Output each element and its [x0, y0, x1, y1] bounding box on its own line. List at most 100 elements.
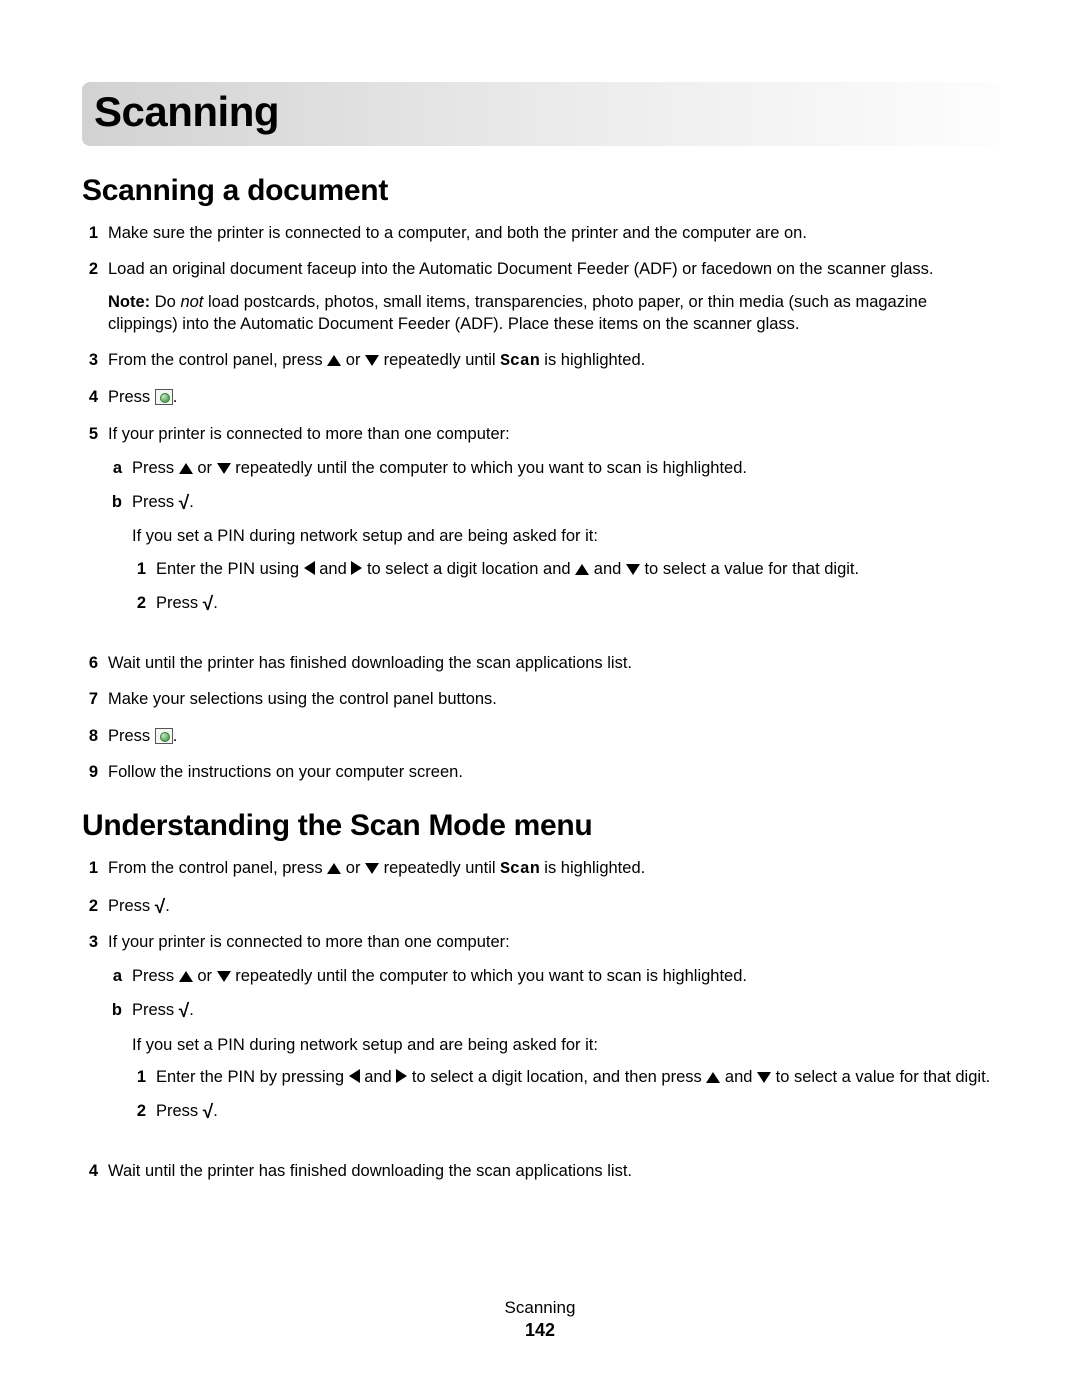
text: Press: [132, 967, 179, 985]
item-text: Wait until the printer has finished down…: [108, 652, 1000, 674]
item-content: Load an original document faceup into th…: [108, 258, 1000, 335]
item-content: Press √. If you set a PIN during network…: [132, 491, 1000, 626]
item-number: 2: [82, 258, 108, 280]
list-item: a Press or repeatedly until the computer…: [108, 965, 1000, 987]
text: and: [315, 560, 352, 578]
text: or: [341, 351, 365, 369]
item-text: Make sure the printer is connected to a …: [108, 222, 1000, 244]
period: .: [173, 388, 178, 406]
text: or: [193, 459, 217, 477]
up-arrow-icon: [327, 863, 341, 874]
list-item: 8 Press .: [82, 725, 1000, 747]
item-number: 1: [132, 1066, 156, 1088]
item-number: 5: [82, 423, 108, 445]
down-arrow-icon: [365, 863, 379, 874]
item-content: Press .: [108, 725, 1000, 747]
item-number: 9: [82, 761, 108, 783]
text: Press: [108, 727, 155, 745]
up-arrow-icon: [179, 463, 193, 474]
list-item: 6 Wait until the printer has finished do…: [82, 652, 1000, 674]
text: to select a digit location, and then pre…: [407, 1068, 706, 1086]
section-heading-1: Scanning a document: [82, 174, 1000, 208]
list-item: 4 Wait until the printer has finished do…: [82, 1160, 1000, 1182]
pin-intro: If you set a PIN during network setup an…: [132, 525, 1000, 547]
down-arrow-icon: [757, 1072, 771, 1083]
up-arrow-icon: [706, 1072, 720, 1083]
item-letter: b: [108, 491, 132, 513]
page-number: 142: [0, 1320, 1080, 1341]
text: Press: [132, 1001, 179, 1019]
list-item: 2 Press √.: [132, 592, 1000, 614]
page-footer: Scanning 142: [0, 1298, 1080, 1341]
item-letter: a: [108, 965, 132, 987]
chapter-banner: Scanning: [82, 82, 1000, 146]
item-content: Enter the PIN by pressing and to select …: [156, 1066, 1000, 1088]
item-number: 8: [82, 725, 108, 747]
period: .: [173, 727, 178, 745]
section1-list: 1 Make sure the printer is connected to …: [82, 222, 1000, 783]
note-label: Note:: [108, 293, 150, 311]
text: or: [193, 967, 217, 985]
text: From the control panel, press: [108, 351, 327, 369]
chapter-title: Scanning: [94, 88, 988, 136]
text: From the control panel, press: [108, 859, 327, 877]
check-icon: √: [155, 900, 165, 915]
text: repeatedly until: [379, 859, 500, 877]
list-item: 3 If your printer is connected to more t…: [82, 931, 1000, 1147]
item-content: Press .: [108, 386, 1000, 408]
item-text: If your printer is connected to more tha…: [108, 425, 510, 443]
scan-label: Scan: [500, 859, 540, 878]
scan-label: Scan: [500, 351, 540, 370]
text: repeatedly until the computer to which y…: [231, 459, 747, 477]
text: Enter the PIN by pressing: [156, 1068, 349, 1086]
text: Enter the PIN using: [156, 560, 304, 578]
page-body: Scanning Scanning a document 1 Make sure…: [0, 0, 1080, 1183]
inner-list: 1 Enter the PIN using and to select a di…: [132, 558, 1000, 615]
period: .: [213, 594, 218, 612]
text: to select a value for that digit.: [771, 1068, 990, 1086]
note-prefix: Do: [150, 293, 180, 311]
item-content: If your printer is connected to more tha…: [108, 931, 1000, 1147]
pin-intro: If you set a PIN during network setup an…: [132, 1034, 1000, 1056]
item-content: From the control panel, press or repeate…: [108, 857, 1000, 880]
down-arrow-icon: [217, 971, 231, 982]
text: to select a value for that digit.: [640, 560, 859, 578]
item-text: Follow the instructions on your computer…: [108, 761, 1000, 783]
text: Press: [132, 459, 179, 477]
inner-list: 1 Enter the PIN by pressing and to selec…: [132, 1066, 1000, 1123]
item-content: Enter the PIN using and to select a digi…: [156, 558, 1000, 580]
list-item: 1 Make sure the printer is connected to …: [82, 222, 1000, 244]
item-number: 1: [132, 558, 156, 580]
text: repeatedly until: [379, 351, 500, 369]
item-content: Press or repeatedly until the computer t…: [132, 457, 1000, 479]
period: .: [213, 1102, 218, 1120]
down-arrow-icon: [217, 463, 231, 474]
item-letter: a: [108, 457, 132, 479]
item-text: Load an original document faceup into th…: [108, 260, 933, 278]
note-block: Note: Do not load postcards, photos, sma…: [108, 291, 1000, 336]
item-text: Wait until the printer has finished down…: [108, 1160, 1000, 1182]
down-arrow-icon: [626, 564, 640, 575]
item-text: Make your selections using the control p…: [108, 688, 1000, 710]
text: or: [341, 859, 365, 877]
list-item: 1 From the control panel, press or repea…: [82, 857, 1000, 880]
item-number: 2: [132, 1100, 156, 1122]
note-em: not: [180, 293, 203, 311]
item-content: Press √.: [156, 592, 1000, 614]
list-item: 1 Enter the PIN by pressing and to selec…: [132, 1066, 1000, 1088]
list-item: 9 Follow the instructions on your comput…: [82, 761, 1000, 783]
text: and: [360, 1068, 397, 1086]
period: .: [189, 493, 194, 511]
item-number: 1: [82, 857, 108, 879]
list-item: 2 Press √.: [132, 1100, 1000, 1122]
note-suffix: load postcards, photos, small items, tra…: [108, 293, 927, 333]
item-content: From the control panel, press or repeate…: [108, 349, 1000, 372]
item-content: Press √. If you set a PIN during network…: [132, 999, 1000, 1134]
item-text: If your printer is connected to more tha…: [108, 933, 510, 951]
item-number: 2: [132, 592, 156, 614]
footer-section: Scanning: [0, 1298, 1080, 1318]
text: Press: [108, 388, 155, 406]
section2-list: 1 From the control panel, press or repea…: [82, 857, 1000, 1182]
item-number: 1: [82, 222, 108, 244]
text: Press: [156, 1102, 203, 1120]
